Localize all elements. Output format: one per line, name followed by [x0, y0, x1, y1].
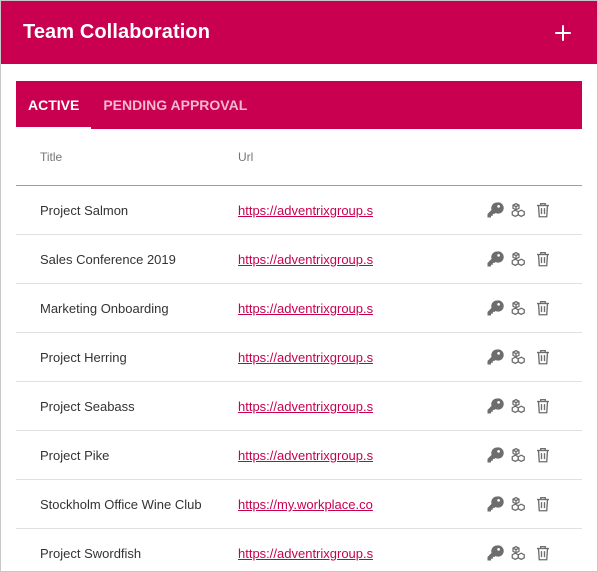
- row-title: Project Salmon: [40, 202, 129, 218]
- row-actions: [480, 299, 582, 317]
- key-icon[interactable]: [486, 250, 504, 268]
- row-url-link[interactable]: https://my.workplace.co: [238, 497, 373, 512]
- row-actions: [480, 446, 582, 464]
- row-actions: [480, 250, 582, 268]
- table-row: Sales Conference 2019 https://adventrixg…: [16, 235, 582, 284]
- key-icon[interactable]: [486, 446, 504, 464]
- cubes-icon[interactable]: [510, 446, 528, 464]
- column-header-title[interactable]: Title: [16, 150, 238, 164]
- row-title: Project Pike: [40, 447, 110, 463]
- row-title: Project Seabass: [40, 398, 135, 414]
- tab-active[interactable]: ACTIVE: [16, 81, 92, 129]
- cubes-icon[interactable]: [510, 544, 528, 562]
- key-icon[interactable]: [486, 348, 504, 366]
- table-row: Marketing Onboarding https://adventrixgr…: [16, 284, 582, 333]
- table-body: Project Salmon https://adventrixgroup.s …: [16, 186, 582, 571]
- key-icon[interactable]: [486, 495, 504, 513]
- key-icon[interactable]: [486, 201, 504, 219]
- row-url-link[interactable]: https://adventrixgroup.s: [238, 350, 373, 365]
- row-url-link[interactable]: https://adventrixgroup.s: [238, 301, 373, 316]
- row-actions: [480, 201, 582, 219]
- row-url-link[interactable]: https://adventrixgroup.s: [238, 203, 373, 218]
- row-title: Marketing Onboarding: [40, 300, 169, 316]
- trash-icon[interactable]: [534, 544, 552, 562]
- cubes-icon[interactable]: [510, 397, 528, 415]
- row-actions: [480, 495, 582, 513]
- collaboration-table: Title Url Project Salmon https://adventr…: [16, 129, 582, 571]
- table-row: Project Pike https://adventrixgroup.s: [16, 431, 582, 480]
- key-icon[interactable]: [486, 397, 504, 415]
- table-row: Project Swordfish https://adventrixgroup…: [16, 529, 582, 571]
- table-row: Project Seabass https://adventrixgroup.s: [16, 382, 582, 431]
- cubes-icon[interactable]: [510, 348, 528, 366]
- row-title: Stockholm Office Wine Club: [40, 496, 202, 512]
- row-actions: [480, 348, 582, 366]
- row-actions: [480, 544, 582, 562]
- trash-icon[interactable]: [534, 201, 552, 219]
- row-url-link[interactable]: https://adventrixgroup.s: [238, 399, 373, 414]
- panel-header: Team Collaboration: [1, 1, 597, 64]
- table-row: Stockholm Office Wine Club https://my.wo…: [16, 480, 582, 529]
- key-icon[interactable]: [486, 299, 504, 317]
- tab-pending-approval[interactable]: PENDING APPROVAL: [91, 81, 259, 129]
- cubes-icon[interactable]: [510, 250, 528, 268]
- add-button[interactable]: [551, 21, 575, 45]
- column-header-url[interactable]: Url: [238, 150, 480, 164]
- row-title: Project Swordfish: [40, 545, 142, 561]
- row-url-link[interactable]: https://adventrixgroup.s: [238, 546, 373, 561]
- row-url-link[interactable]: https://adventrixgroup.s: [238, 252, 373, 267]
- trash-icon[interactable]: [534, 446, 552, 464]
- key-icon[interactable]: [486, 544, 504, 562]
- table-row: Project Herring https://adventrixgroup.s: [16, 333, 582, 382]
- trash-icon[interactable]: [534, 299, 552, 317]
- trash-icon[interactable]: [534, 250, 552, 268]
- row-title: Sales Conference 2019: [40, 251, 176, 267]
- trash-icon[interactable]: [534, 495, 552, 513]
- row-url-link[interactable]: https://adventrixgroup.s: [238, 448, 373, 463]
- table-row: Project Salmon https://adventrixgroup.s: [16, 186, 582, 235]
- row-actions: [480, 397, 582, 415]
- cubes-icon[interactable]: [510, 201, 528, 219]
- team-collaboration-panel: Team Collaboration ACTIVE PENDING APPROV…: [0, 0, 598, 572]
- tab-bar: ACTIVE PENDING APPROVAL: [16, 81, 582, 129]
- table-header: Title Url: [16, 129, 582, 186]
- cubes-icon[interactable]: [510, 495, 528, 513]
- trash-icon[interactable]: [534, 348, 552, 366]
- cubes-icon[interactable]: [510, 299, 528, 317]
- panel-title: Team Collaboration: [23, 21, 211, 43]
- row-title: Project Herring: [40, 349, 127, 365]
- trash-icon[interactable]: [534, 397, 552, 415]
